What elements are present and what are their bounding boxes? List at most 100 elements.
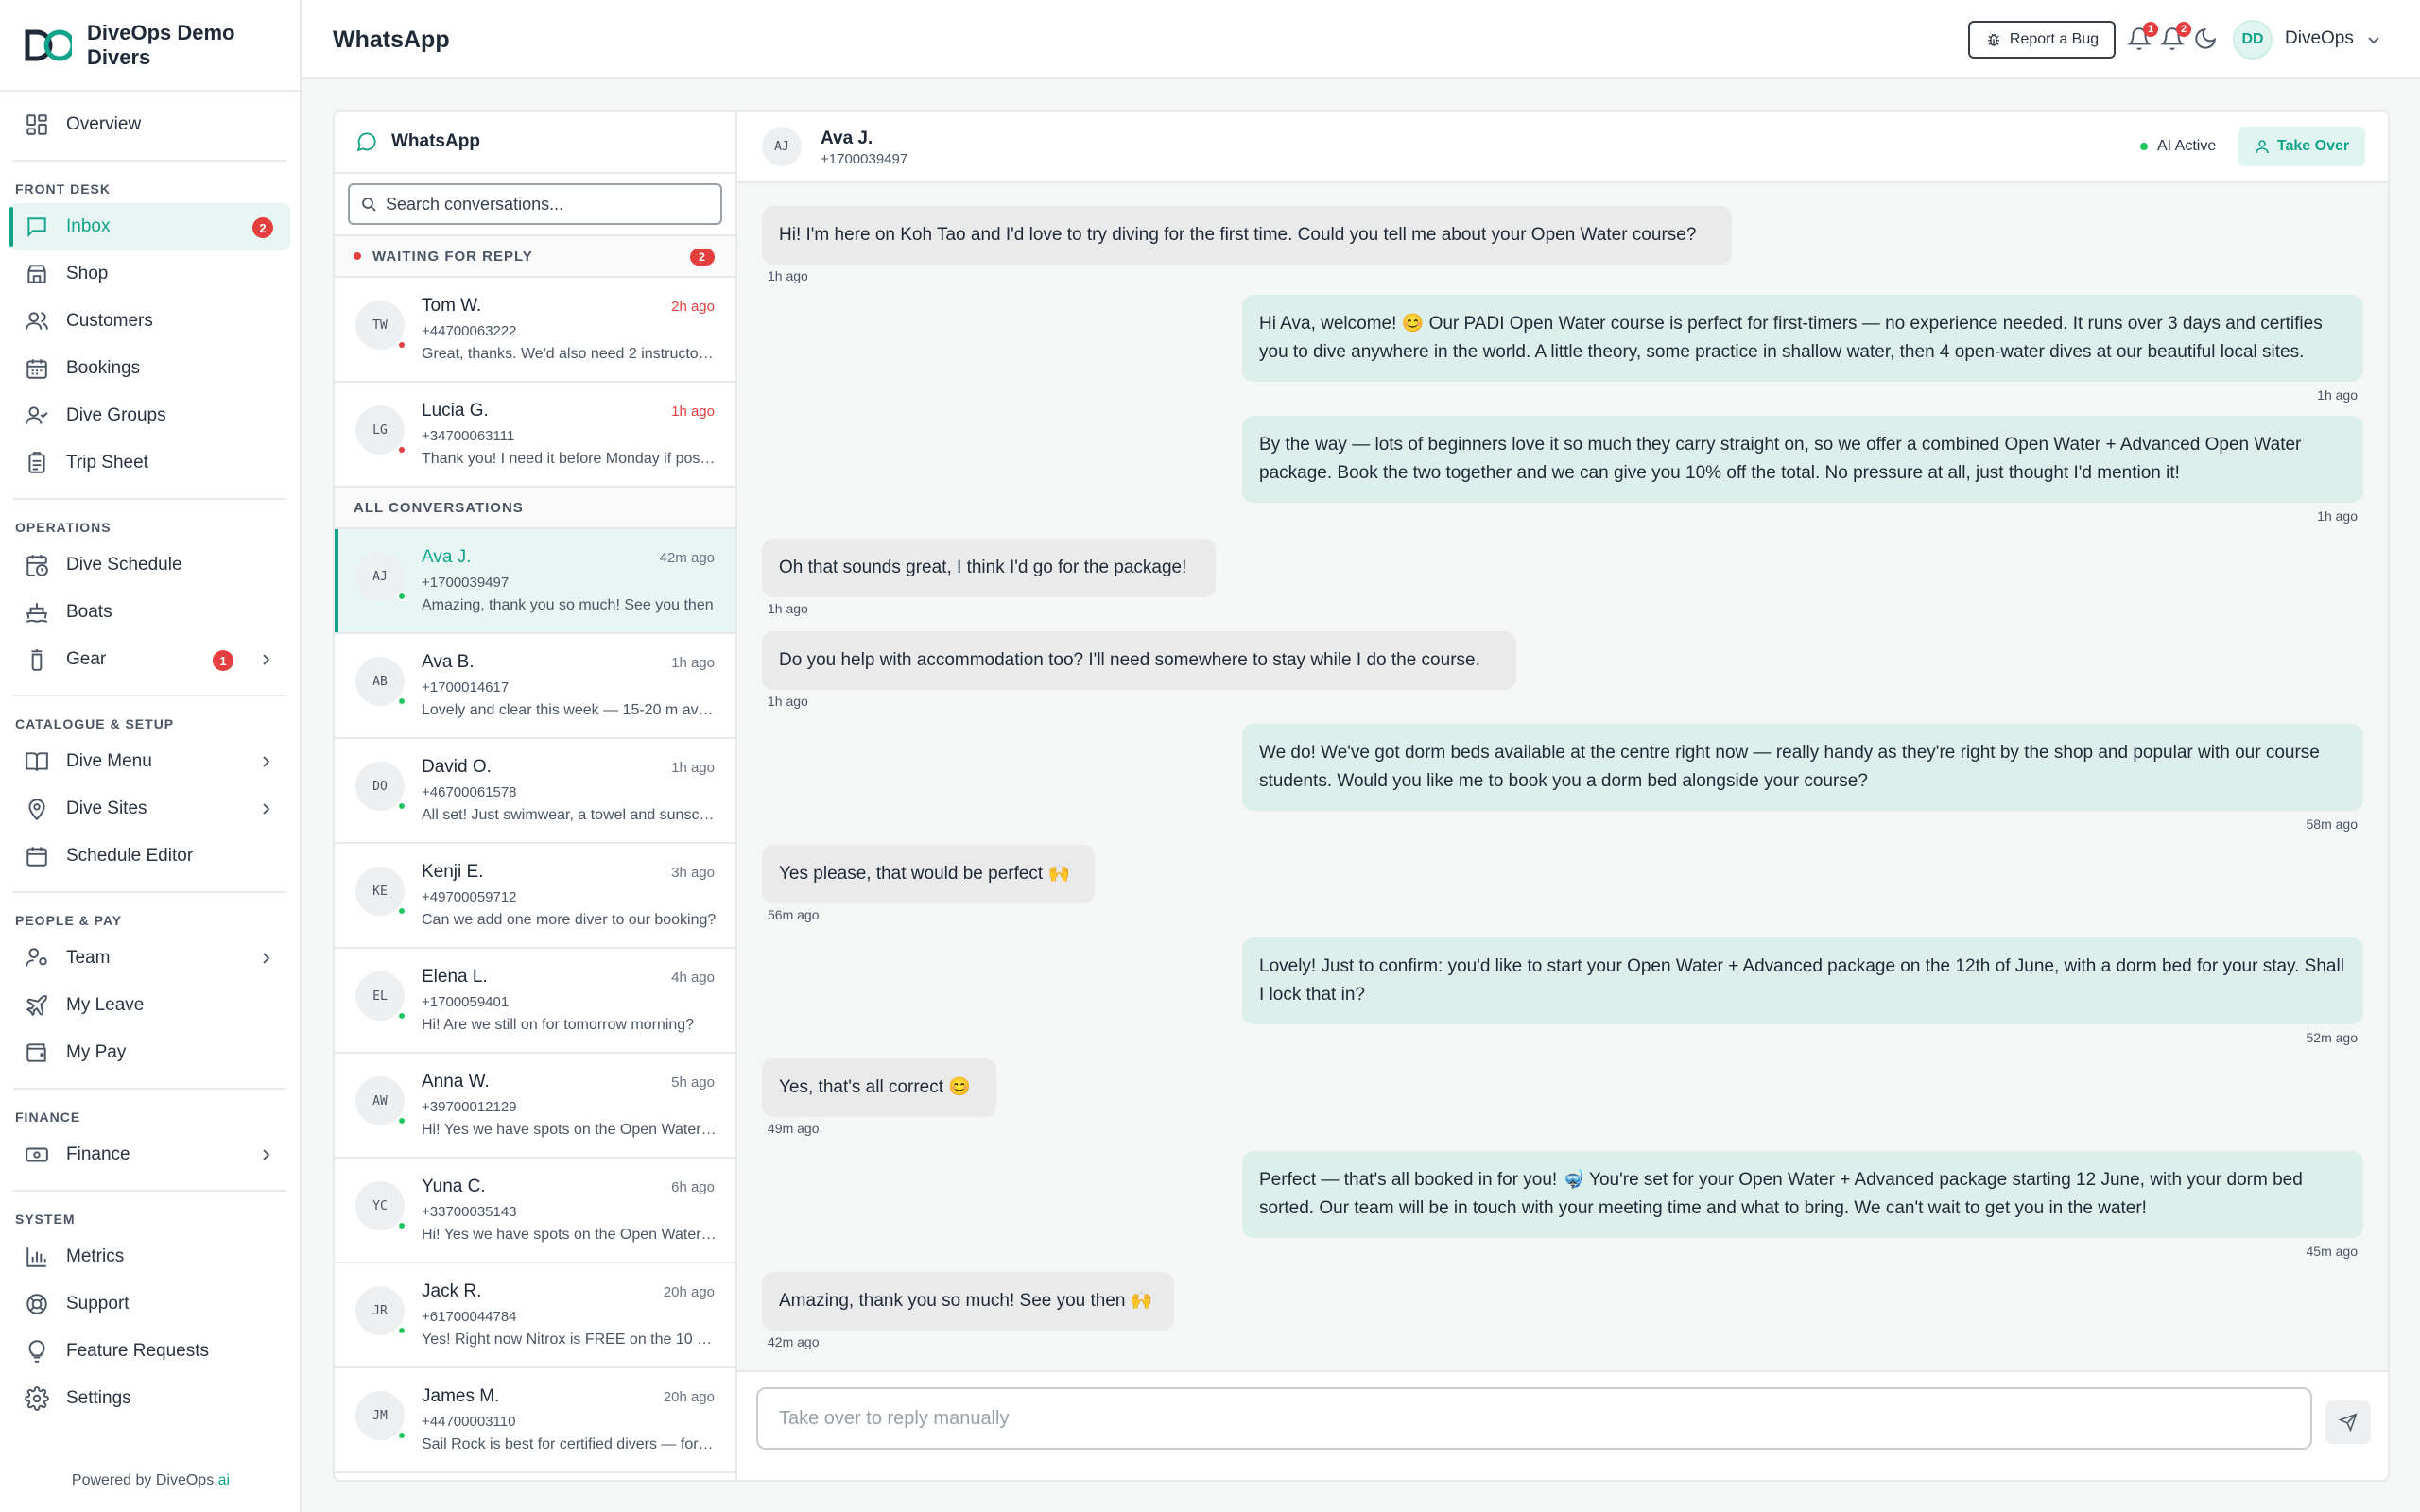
take-over-button[interactable]: Take Over — [2238, 127, 2365, 166]
all-header: ALL CONVERSATIONS — [335, 488, 735, 529]
sidebar-item-label: Dive Groups — [66, 405, 166, 425]
message-preview: Amazing, thank you so much! See you then — [422, 597, 714, 613]
conversation-item[interactable]: JR Jack R. 20h ago +61700044784 Yes! Right n… — [335, 1263, 735, 1368]
sidebar-item-my-pay[interactable]: My Pay — [9, 1029, 290, 1076]
message-time: 52m ago — [2306, 1030, 2358, 1045]
sidebar-item-trip-sheet[interactable]: Trip Sheet — [9, 439, 290, 487]
sidebar-item-label: Inbox — [66, 216, 111, 236]
search-input[interactable]: Search conversations... — [348, 183, 722, 225]
user-avatar[interactable]: DD — [2233, 20, 2273, 60]
sidebar-item-my-leave[interactable]: My Leave — [9, 982, 290, 1029]
powered-by-text: Powered by DiveOps. — [71, 1472, 218, 1488]
sidebar-item-bookings[interactable]: Bookings — [9, 345, 290, 392]
sidebar-item-schedule-editor[interactable]: Schedule Editor — [9, 833, 290, 880]
contact-avatar: AJ — [762, 127, 802, 166]
sidebar-item-label: Dive Sites — [66, 799, 147, 818]
contact-name: David O. — [422, 757, 492, 777]
status-dot-icon — [397, 801, 406, 811]
users-icon — [26, 948, 47, 967]
sidebar-item-dive-sites[interactable]: Dive Sites — [9, 785, 290, 833]
status-dot-icon — [397, 340, 406, 350]
message-bubble: Amazing, thank you so much! See you then… — [762, 1272, 1174, 1331]
contact-name: Jack R. — [422, 1281, 482, 1301]
section-people-pay: PEOPLE & PAY — [15, 913, 123, 928]
status-dot-icon — [397, 696, 406, 706]
book-open-icon — [26, 752, 48, 771]
conversation-item[interactable]: EL Elena L. 4h ago +1700059401 Hi! Are we st… — [335, 949, 735, 1054]
waiting-label: WAITING FOR REPLY — [372, 248, 533, 265]
red-dot-icon — [354, 252, 361, 260]
composer: Take over to reply manually — [737, 1370, 2388, 1480]
sidebar-item-team[interactable]: Team — [9, 935, 290, 982]
section-front-desk: FRONT DESK — [15, 181, 111, 197]
conversation-time: 4h ago — [671, 970, 715, 986]
sidebar-item-overview[interactable]: Overview — [9, 101, 290, 148]
sidebar-item-dive-groups[interactable]: Dive Groups — [9, 392, 290, 439]
inbox-badge: 2 — [252, 217, 273, 238]
message-time: 1h ago — [768, 694, 808, 709]
take-over-label: Take Over — [2276, 138, 2350, 154]
ai-status-label: AI Active — [2157, 138, 2217, 154]
clipboard-icon — [28, 452, 45, 473]
sidebar-item-finance[interactable]: Finance — [9, 1131, 290, 1178]
report-bug-button[interactable]: Report a Bug — [1968, 21, 2116, 59]
sidebar-item-shop[interactable]: Shop — [9, 250, 290, 298]
message-time: 58m ago — [2306, 816, 2358, 832]
sidebar-item-boats[interactable]: Boats — [9, 589, 290, 636]
conversation-time: 1h ago — [671, 760, 715, 776]
conversation-time: 20h ago — [663, 1389, 715, 1405]
grid-icon — [26, 114, 47, 135]
sidebar-item-label: Boats — [66, 602, 112, 622]
sidebar-item-support[interactable]: Support — [9, 1280, 290, 1328]
tank-icon — [31, 649, 43, 671]
conversation-item[interactable]: AB Ava B. 1h ago +1700014617 Lovely and clea… — [335, 634, 735, 739]
conversation-item[interactable]: YC Yuna C. 6h ago +33700035143 Hi! Yes we ha… — [335, 1159, 735, 1263]
sidebar-item-label: Gear — [66, 649, 107, 669]
message-preview: All set! Just swimwear, a towel and suns… — [422, 807, 717, 823]
send-button[interactable] — [2325, 1400, 2371, 1444]
sidebar-item-label: Trip Sheet — [66, 453, 148, 472]
message-preview: Hi! Are we still on for tomorrow morning… — [422, 1017, 695, 1033]
conversation-item[interactable]: KE Kenji E. 3h ago +49700059712 Can we add o… — [335, 844, 735, 949]
sidebar-item-gear[interactable]: Gear 1 — [9, 636, 290, 683]
sidebar-item-metrics[interactable]: Metrics — [9, 1233, 290, 1280]
contact-name: Yuna C. — [422, 1177, 486, 1196]
sidebar-item-feature-requests[interactable]: Feature Requests — [9, 1328, 290, 1375]
message-preview: Sail Rock is best for certified divers —… — [422, 1436, 717, 1452]
powered-by[interactable]: Powered by DiveOps.ai — [0, 1472, 302, 1489]
sidebar-item-dive-menu[interactable]: Dive Menu — [9, 738, 290, 785]
moon-icon[interactable] — [2193, 26, 2218, 51]
sidebar-item-dive-schedule[interactable]: Dive Schedule — [9, 541, 290, 589]
chevron-down-icon[interactable] — [2366, 32, 2381, 47]
sidebar-item-customers[interactable]: Customers — [9, 298, 290, 345]
lightbulb-icon — [28, 1340, 45, 1363]
contact-name: Anna W. — [422, 1072, 490, 1091]
conversation-item[interactable]: AJ Ava J. 42m ago +1700039497 Amazing, thank… — [335, 529, 735, 634]
message-time: 45m ago — [2306, 1244, 2358, 1259]
sidebar-item-inbox[interactable]: Inbox 2 — [9, 203, 290, 250]
conversation-item[interactable]: AW Anna W. 5h ago +39700012129 Hi! Yes we ha… — [335, 1054, 735, 1159]
topbar: WhatsApp Report a Bug 1 2 DD DiveOps — [302, 0, 2420, 79]
section-finance: FINANCE — [15, 1109, 81, 1125]
sidebar-item-settings[interactable]: Settings — [9, 1375, 290, 1422]
sidebar-item-label: Dive Menu — [66, 751, 152, 771]
user-name[interactable]: DiveOps — [2285, 28, 2354, 49]
message-bubble: Oh that sounds great, I think I'd go for… — [762, 539, 1216, 597]
bug-icon — [1987, 33, 1999, 46]
message-bubble: Yes, that's all correct 😊 — [762, 1058, 996, 1117]
contact-phone: +61700044784 — [422, 1309, 517, 1325]
sidebar-item-label: Finance — [66, 1144, 130, 1164]
ai-status: AI Active — [2140, 138, 2216, 155]
contact-phone: +34700063111 — [422, 428, 515, 444]
message-bubble: Do you help with accommodation too? I'll… — [762, 631, 1516, 690]
list-header: WhatsApp — [335, 112, 735, 174]
conversation-item[interactable]: DO David O. 1h ago +46700061578 All set! Jus… — [335, 739, 735, 844]
reply-input[interactable]: Take over to reply manually — [756, 1387, 2312, 1450]
conversation-item[interactable]: TW Tom W. 2h ago +44700063222 Great, thanks.… — [335, 278, 735, 383]
section-catalogue: CATALOGUE & SETUP — [15, 716, 175, 731]
contact-name: Tom W. — [422, 296, 482, 316]
conversation-item[interactable]: JM James M. 20h ago +44700003110 Sail Rock i… — [335, 1368, 735, 1473]
brand[interactable]: DiveOps Demo Divers — [0, 0, 300, 92]
conversation-item[interactable]: LG Lucia G. 1h ago +34700063111 Thank you! I… — [335, 383, 735, 488]
conversation-time: 3h ago — [671, 865, 715, 881]
